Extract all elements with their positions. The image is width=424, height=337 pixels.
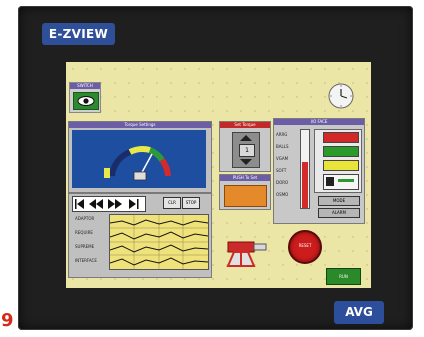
set-torque-title: Set Torque <box>220 122 270 128</box>
trend-lines <box>109 215 209 269</box>
thermometer <box>300 129 310 209</box>
rewind-icon[interactable] <box>88 198 104 210</box>
io-panel: I/O FACE ARRG BALLS VGAM SOFT DORO OSMO … <box>273 118 365 224</box>
corner-fragment: 9 <box>1 310 14 331</box>
set-torque-value: 1 <box>239 144 255 157</box>
trend-label: REQUIRE <box>75 230 93 235</box>
io-label: DORO <box>276 180 289 185</box>
indicator-red <box>323 132 359 143</box>
indicator-green <box>323 146 359 157</box>
reset-button[interactable]: RESET <box>288 230 322 264</box>
run-button[interactable]: RUN <box>326 268 361 285</box>
io-label: ARRG <box>276 132 288 137</box>
io-label: BALLS <box>276 144 289 149</box>
io-label: SOFT <box>276 168 287 173</box>
switch-title: SWITCH <box>70 83 100 89</box>
fast-forward-icon[interactable] <box>107 198 123 210</box>
set-torque-panel: Set Torque 1 <box>219 121 271 172</box>
indicator-mini-bars <box>323 174 359 190</box>
io-label: OSMO <box>276 192 289 197</box>
down-arrow-icon <box>240 159 252 165</box>
brand-badge: E-ZVIEW <box>42 23 115 45</box>
reset-label: RESET <box>298 243 312 248</box>
avg-badge: AVG <box>334 301 384 324</box>
machine-icon <box>226 241 267 267</box>
mode-button[interactable]: MODE <box>318 196 360 206</box>
torque-settings-title: Torque Settings <box>69 122 211 128</box>
up-arrow-icon <box>240 135 252 141</box>
set-torque-stepper[interactable]: 1 <box>232 132 260 168</box>
push-to-set-button[interactable] <box>224 185 267 207</box>
trend-panel: CLR STOP ADAPTOR REQUIRE SUPREME INTERFA… <box>68 193 212 278</box>
clock-icon <box>328 83 354 109</box>
torque-gauge <box>104 146 171 181</box>
io-title: I/O FACE <box>274 119 364 125</box>
trend-label: ADAPTOR <box>75 216 95 221</box>
io-indicator-stack <box>314 129 362 193</box>
thermometer-fill <box>302 162 308 208</box>
switch-panel: SWITCH <box>69 82 101 113</box>
io-label: VGAM <box>276 156 289 161</box>
eye-icon <box>77 96 95 106</box>
trend-label: INTERFACE <box>75 258 97 263</box>
push-to-set-title: PUSH To Set <box>220 175 270 181</box>
torque-settings-panel: Torque Settings <box>68 121 212 193</box>
media-controls <box>72 196 146 212</box>
clr-button[interactable]: CLR <box>163 197 181 209</box>
torque-gauge-area <box>72 130 206 188</box>
hmi-screen: SWITCH Torque Settings Set Torque 1 PUSH… <box>66 62 371 288</box>
trend-label: SUPREME <box>75 244 95 249</box>
indicator-yellow <box>323 160 359 171</box>
skip-forward-icon[interactable] <box>127 198 141 210</box>
eye-switch-button[interactable] <box>73 92 99 110</box>
alarm-button[interactable]: ALARM <box>318 208 360 218</box>
push-to-set-panel: PUSH To Set <box>219 174 271 210</box>
stop-button[interactable]: STOP <box>182 197 200 209</box>
trend-labels: ADAPTOR REQUIRE SUPREME INTERFACE <box>73 214 107 272</box>
trend-graph <box>109 214 209 270</box>
io-labels: ARRG BALLS VGAM SOFT DORO OSMO <box>276 128 298 214</box>
skip-back-icon[interactable] <box>74 198 86 210</box>
